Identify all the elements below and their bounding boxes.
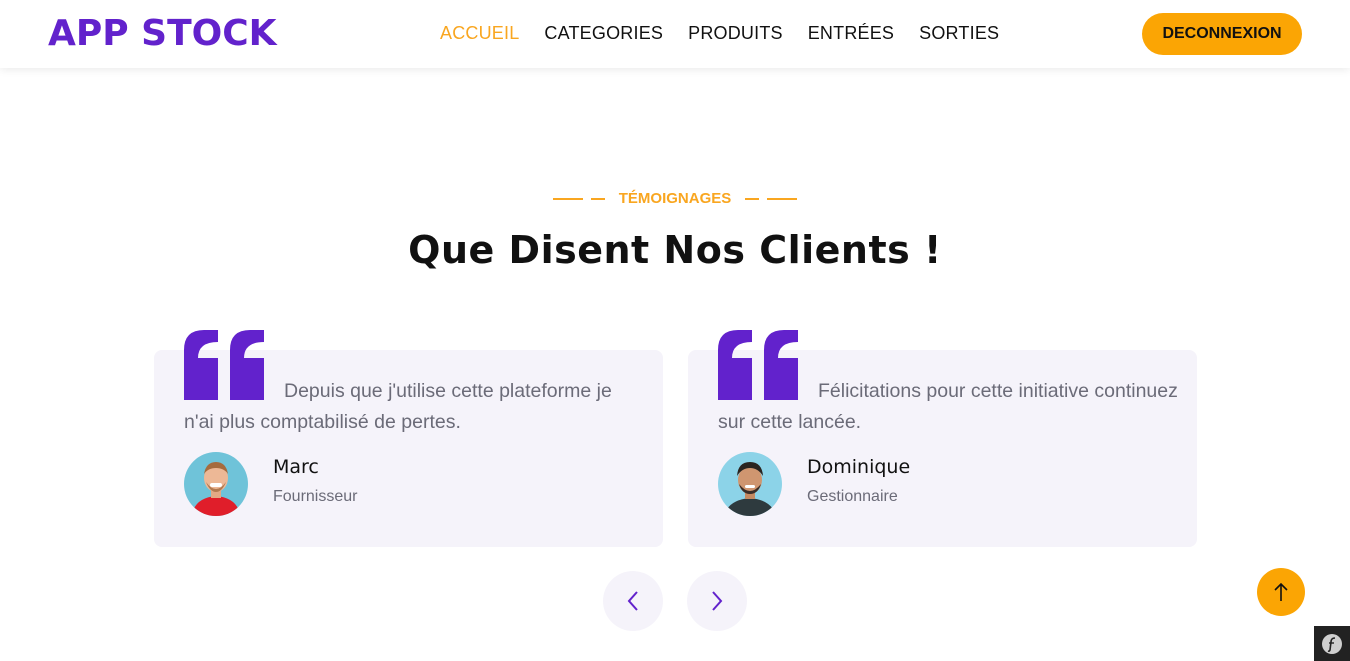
- testimonial-text: Félicitations pour cette initiative cont…: [718, 380, 1178, 433]
- testimonial-name: Dominique: [807, 456, 911, 478]
- carousel-prev-button[interactable]: [603, 571, 663, 631]
- chevron-left-icon: [627, 591, 638, 611]
- testimonial-role: Fournisseur: [273, 488, 358, 505]
- nav-item-produits[interactable]: PRODUITS: [688, 22, 783, 44]
- testimonial-card: Félicitations pour cette initiative cont…: [688, 330, 1197, 547]
- carousel-next-button[interactable]: [687, 571, 747, 631]
- nav-item-entrees[interactable]: ENTRÉES: [808, 22, 894, 44]
- section-title: Que Disent Nos Clients !: [408, 228, 942, 272]
- eyebrow-line: [745, 197, 760, 200]
- avatar: [184, 452, 248, 516]
- eyebrow-line: [590, 197, 605, 200]
- testimonial-role: Gestionnaire: [807, 488, 898, 505]
- nav-item-sorties[interactable]: SORTIES: [919, 22, 999, 44]
- symfony-icon: [1322, 633, 1342, 654]
- back-to-top-button[interactable]: [1257, 568, 1305, 616]
- eyebrow-line: [552, 197, 583, 200]
- nav-item-categories[interactable]: CATEGORIES: [544, 22, 663, 44]
- section-eyebrow: TÉMOIGNAGES: [0, 190, 1350, 207]
- navbar: APP STOCK ACCUEIL CATEGORIES PRODUITS EN…: [0, 0, 1350, 68]
- testimonial-name: Marc: [273, 456, 319, 478]
- eyebrow-line: [767, 197, 798, 200]
- chevron-right-icon: [712, 591, 723, 611]
- main-nav: ACCUEIL CATEGORIES PRODUITS ENTRÉES SORT…: [440, 22, 999, 44]
- arrow-up-icon: [1274, 582, 1288, 601]
- eyebrow-label: TÉMOIGNAGES: [618, 190, 732, 207]
- debug-toolbar-button[interactable]: [1314, 626, 1350, 661]
- avatar: [718, 452, 782, 516]
- testimonial-text: Depuis que j'utilise cette plateforme je…: [184, 380, 612, 433]
- nav-item-accueil[interactable]: ACCUEIL: [440, 22, 519, 44]
- logout-button[interactable]: DECONNEXION: [1142, 13, 1302, 55]
- testimonial-card: Depuis que j'utilise cette plateforme je…: [154, 330, 663, 547]
- brand-logo[interactable]: APP STOCK: [48, 12, 277, 56]
